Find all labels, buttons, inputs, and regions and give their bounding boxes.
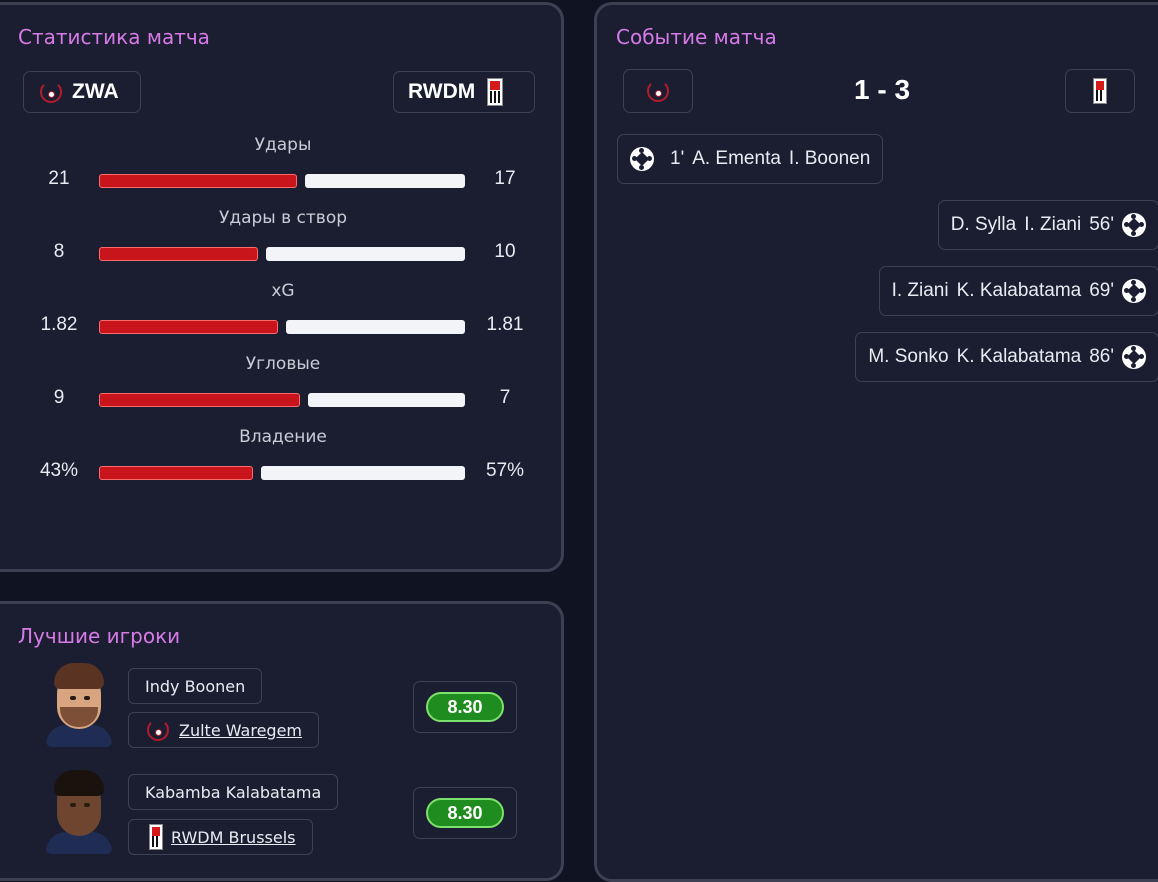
- event-scorer: I. Ziani: [891, 280, 949, 301]
- away-team-name: RWDM: [408, 80, 476, 103]
- stat-away-bar: [308, 393, 465, 407]
- match-stats-panel: Статистика матча ZWA RWDM Удары 21 17 Удары…: [0, 2, 564, 572]
- panel-title: Событие матча: [616, 25, 777, 49]
- away-team-chip[interactable]: RWDM: [393, 71, 535, 113]
- stat-away-value: 17: [494, 168, 516, 189]
- goal-event-away[interactable]: D. Sylla I. Ziani 56': [937, 200, 1158, 250]
- zulte-waregem-logo-icon: [645, 78, 671, 104]
- home-team-chip[interactable]: ZWA: [23, 71, 141, 113]
- player-team-chip[interactable]: RWDM Brussels: [128, 819, 313, 855]
- stat-home-bar: [99, 174, 297, 188]
- stat-home-value: 9: [53, 387, 65, 408]
- event-minute: 1': [670, 148, 685, 169]
- player-avatar: [46, 663, 112, 747]
- stat-away-bar: [266, 247, 465, 261]
- home-team-logo-chip[interactable]: [623, 69, 693, 113]
- football-icon: [630, 147, 654, 171]
- goal-event-home[interactable]: 1' A. Ementa I. Boonen: [617, 134, 884, 184]
- stat-home-value: 1.82: [40, 314, 78, 335]
- stat-away-bar: [261, 466, 465, 480]
- stat-label: Владение: [239, 427, 327, 447]
- away-team-logo-chip[interactable]: [1065, 69, 1135, 113]
- event-minute: 56': [1089, 214, 1114, 235]
- goal-event-away[interactable]: M. Sonko K. Kalabatama 86': [855, 332, 1158, 382]
- rwdm-logo-icon: [1093, 78, 1107, 104]
- stat-home-value: 8: [53, 241, 65, 262]
- football-icon: [1122, 345, 1146, 369]
- player-name: Kabamba Kalabatama: [145, 782, 322, 802]
- stat-away-value: 1.81: [486, 314, 524, 335]
- football-icon: [1122, 279, 1146, 303]
- player-rating-box: 8.30: [413, 681, 517, 733]
- event-assist: I. Boonen: [788, 148, 871, 169]
- panel-title: Статистика матча: [18, 25, 210, 49]
- event-scorer: D. Sylla: [950, 214, 1017, 235]
- player-name: Indy Boonen: [145, 676, 246, 696]
- event-scorer: A. Ementa: [692, 148, 781, 169]
- stat-label: Удары: [254, 135, 312, 155]
- stat-away-value: 10: [494, 241, 516, 262]
- stat-label: Удары в створ: [218, 208, 348, 228]
- stat-home-bar: [99, 393, 300, 407]
- event-minute: 86': [1089, 346, 1114, 367]
- event-minute: 69': [1089, 280, 1114, 301]
- stat-away-bar: [286, 320, 465, 334]
- match-events-panel: Событие матча 1 - 3 1' A. Ementa I. Boon…: [594, 2, 1158, 882]
- player-team-link[interactable]: Zulte Waregem: [179, 721, 302, 740]
- stat-label: Угловые: [245, 354, 321, 374]
- best-players-panel: Лучшие игроки Indy Boonen Zulte Waregem …: [0, 601, 564, 881]
- stat-away-value: 57%: [485, 460, 525, 481]
- stat-home-bar: [99, 320, 278, 334]
- player-avatar: [46, 770, 112, 854]
- player-team-link[interactable]: RWDM Brussels: [171, 828, 296, 847]
- event-scorer: M. Sonko: [868, 346, 949, 367]
- goal-event-away[interactable]: I. Ziani K. Kalabatama 69': [878, 266, 1158, 316]
- zulte-waregem-logo-icon: [38, 79, 64, 105]
- zulte-waregem-logo-icon: [145, 717, 171, 743]
- player-rating-box: 8.30: [413, 787, 517, 839]
- panel-title: Лучшие игроки: [18, 624, 181, 648]
- event-assist: K. Kalabatama: [956, 346, 1082, 367]
- player-team-chip[interactable]: Zulte Waregem: [128, 712, 320, 748]
- player-rating-badge: 8.30: [426, 798, 504, 828]
- stat-home-value: 43%: [39, 460, 79, 481]
- stat-home-bar: [99, 247, 258, 261]
- player-name-chip[interactable]: Indy Boonen: [128, 668, 263, 704]
- stat-away-value: 7: [499, 387, 511, 408]
- stat-label: xG: [271, 281, 295, 301]
- home-team-name: ZWA: [72, 80, 119, 103]
- event-assist: I. Ziani: [1024, 214, 1082, 235]
- rwdm-logo-icon: [487, 78, 504, 106]
- event-assist: K. Kalabatama: [956, 280, 1082, 301]
- stat-away-bar: [305, 174, 465, 188]
- player-name-chip[interactable]: Kabamba Kalabatama: [128, 774, 339, 810]
- match-score: 1 - 3: [853, 74, 911, 105]
- stat-home-value: 21: [48, 168, 70, 189]
- rwdm-logo-icon: [149, 824, 163, 850]
- stat-home-bar: [99, 466, 253, 480]
- player-rating-badge: 8.30: [426, 692, 504, 722]
- football-icon: [1122, 213, 1146, 237]
